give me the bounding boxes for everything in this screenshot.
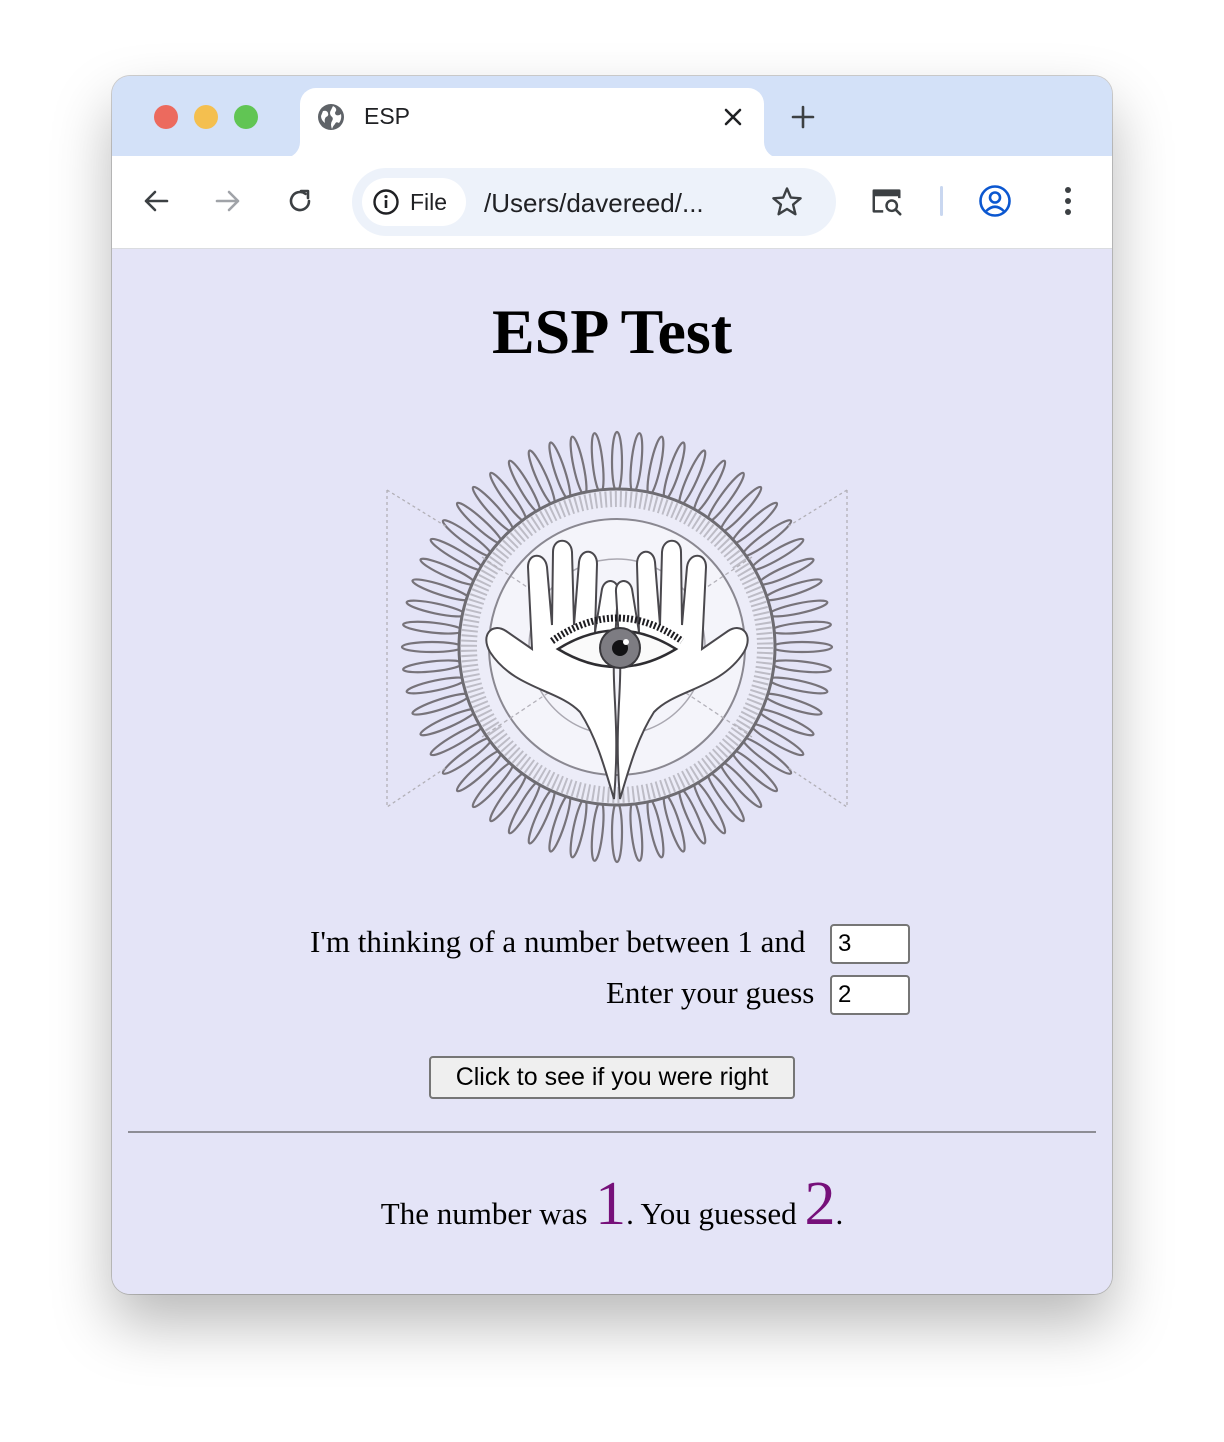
page-title: ESP Test xyxy=(491,296,733,367)
minimize-window-button[interactable] xyxy=(194,105,218,129)
tab-strip: ESP xyxy=(112,76,1112,158)
sun-ray xyxy=(527,449,556,507)
range-input[interactable] xyxy=(830,924,910,964)
result-suffix: . xyxy=(835,1196,844,1231)
sun-ray xyxy=(569,435,588,497)
sun-ray xyxy=(757,557,815,586)
sun-ray xyxy=(629,800,644,862)
browser-window: ESP File /Users/davereed/... ESP Test I'… xyxy=(112,76,1112,1294)
check-guess-button[interactable]: Click to see if you were right xyxy=(429,1056,795,1099)
menu-dots-icon[interactable] xyxy=(1051,184,1085,218)
sun-ray xyxy=(419,557,477,586)
sun-ray xyxy=(646,797,665,859)
site-info-label: File xyxy=(410,189,448,215)
plus-icon[interactable] xyxy=(788,102,818,132)
info-icon xyxy=(372,188,400,216)
sun-ray xyxy=(548,441,572,501)
result-guess: 2 xyxy=(804,1170,836,1238)
sun-ray xyxy=(610,430,624,494)
sun-ray xyxy=(757,708,815,737)
sun-ray xyxy=(405,599,467,618)
zoom-window-button[interactable] xyxy=(234,105,258,129)
forward-arrow-icon[interactable] xyxy=(211,184,245,218)
sun-ray xyxy=(750,537,805,572)
star-icon[interactable] xyxy=(770,185,804,219)
sun-ray xyxy=(507,780,542,835)
sun-ray xyxy=(411,578,471,602)
eye-in-hands-emblem xyxy=(386,430,848,864)
sun-ray xyxy=(692,459,727,514)
globe-icon xyxy=(316,102,346,132)
site-info-chip[interactable]: File xyxy=(362,178,466,226)
address-bar[interactable]: File /Users/davereed/... xyxy=(352,168,836,236)
sun-ray xyxy=(678,449,707,507)
guess-input[interactable] xyxy=(830,975,910,1015)
close-window-button[interactable] xyxy=(154,105,178,129)
sun-ray xyxy=(692,780,727,835)
sun-ray xyxy=(763,578,823,602)
sun-ray xyxy=(429,537,484,572)
sun-ray xyxy=(429,722,484,757)
close-icon[interactable] xyxy=(718,102,748,132)
back-arrow-icon[interactable] xyxy=(139,184,173,218)
sun-ray xyxy=(770,620,832,635)
horizontal-rule xyxy=(128,1131,1096,1133)
profile-icon[interactable] xyxy=(978,184,1012,218)
sun-ray xyxy=(400,640,464,654)
sun-ray xyxy=(569,797,588,859)
sun-ray xyxy=(767,676,829,695)
sun-ray xyxy=(590,800,605,862)
sun-ray xyxy=(767,599,829,618)
browser-toolbar: File /Users/davereed/... xyxy=(112,156,1112,249)
sun-ray xyxy=(411,692,471,716)
sun-ray xyxy=(405,676,467,695)
url-text[interactable]: /Users/davereed/... xyxy=(484,188,704,219)
sun-ray xyxy=(507,459,542,514)
sun-ray xyxy=(548,793,572,853)
sun-ray xyxy=(770,640,834,654)
sun-ray xyxy=(750,722,805,757)
guess-label: Enter your guess xyxy=(606,975,815,1010)
toolbar-divider xyxy=(940,186,943,216)
result-prefix: The number was xyxy=(380,1196,588,1231)
sun-ray xyxy=(770,659,832,674)
sun-ray xyxy=(646,435,665,497)
tab-esp[interactable]: ESP xyxy=(300,88,764,158)
page-content: ESP Test I'm thinking of a number betwee… xyxy=(112,249,1112,1294)
search-tab-icon[interactable] xyxy=(870,184,904,218)
result-number: 1 xyxy=(595,1170,627,1238)
sun-ray xyxy=(678,787,707,845)
sun-ray xyxy=(763,692,823,716)
reload-icon[interactable] xyxy=(283,184,317,218)
range-label: I'm thinking of a number between 1 and xyxy=(310,924,806,959)
sun-ray xyxy=(662,441,686,501)
sun-ray xyxy=(629,432,644,494)
result-line: The number was 1. You guessed 2. xyxy=(112,1169,1112,1240)
result-middle: . You guessed xyxy=(626,1196,797,1231)
sun-ray xyxy=(402,659,464,674)
sun-ray xyxy=(590,432,605,494)
sun-ray xyxy=(527,787,556,845)
sun-ray xyxy=(419,708,477,737)
sun-ray xyxy=(402,620,464,635)
tab-title: ESP xyxy=(364,103,411,129)
sun-ray xyxy=(662,793,686,853)
sun-ray xyxy=(610,800,624,864)
